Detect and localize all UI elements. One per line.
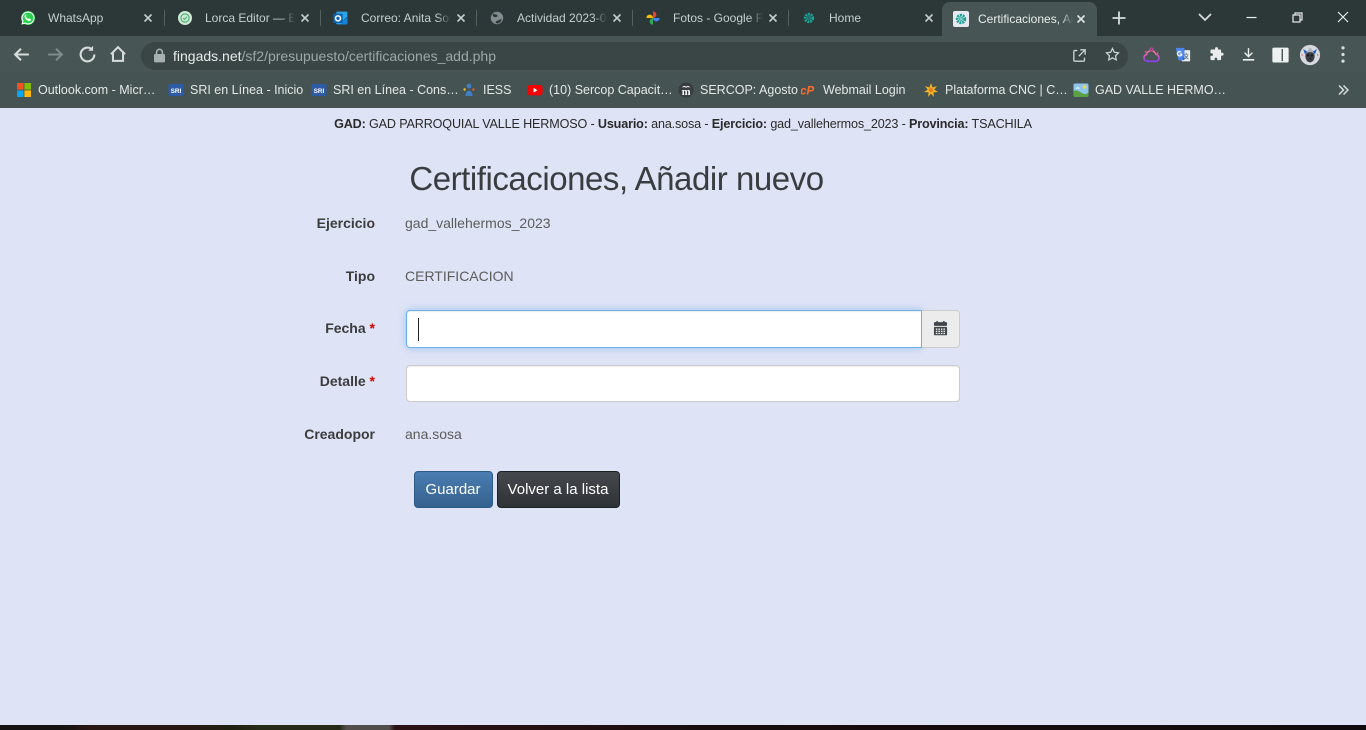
svg-text:m: m — [682, 87, 691, 98]
svg-text:cP: cP — [801, 85, 815, 97]
svg-text:SRI: SRI — [171, 88, 182, 95]
svg-text:SRI: SRI — [314, 88, 325, 95]
